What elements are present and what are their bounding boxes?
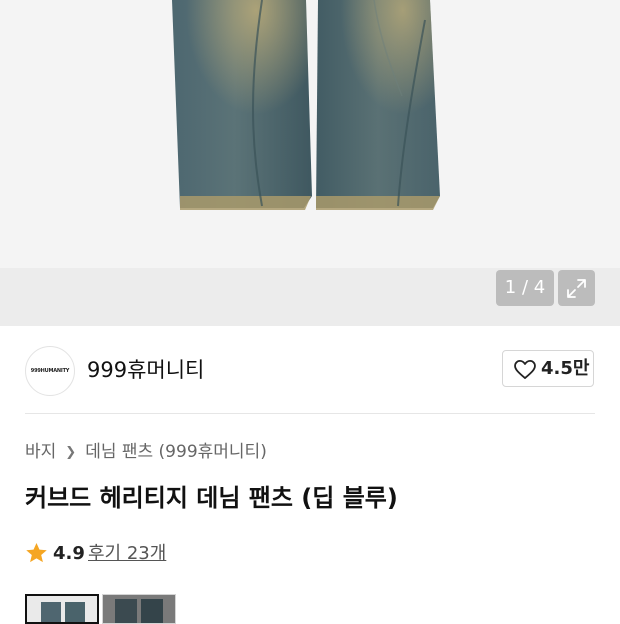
brand-logo-text: 999HUMANITY <box>30 368 70 374</box>
brand-logo[interactable]: 999HUMANITY <box>25 346 75 396</box>
rating-value: 4.9 <box>53 543 85 564</box>
image-counter: 1 / 4 <box>496 270 554 306</box>
divider <box>25 413 595 414</box>
like-button[interactable]: 4.5만 <box>502 350 594 387</box>
brand-name[interactable]: 999휴머니티 <box>87 356 204 384</box>
expand-image-button[interactable] <box>558 270 595 306</box>
star-icon <box>26 542 47 563</box>
heart-outline-icon <box>514 360 536 379</box>
chevron-right-icon: ❯ <box>65 445 77 460</box>
product-image-gallery[interactable]: 1 / 4 <box>0 0 620 326</box>
breadcrumb: 바지 ❯ 데님 팬츠 (999휴머니티) <box>25 440 267 465</box>
expand-icon <box>567 279 586 298</box>
brand-row: 999HUMANITY 999휴머니티 4.5만 <box>0 326 620 414</box>
breadcrumb-item-category[interactable]: 바지 <box>25 442 56 462</box>
like-count: 4.5만 <box>541 358 590 379</box>
breadcrumb-item-subcategory[interactable]: 데님 팬츠 (999휴머니티) <box>85 442 267 462</box>
product-title: 커브드 헤리티지 데님 팬츠 (딥 블루) <box>25 484 398 512</box>
reviews-link[interactable]: 후기 23개 <box>88 541 166 567</box>
